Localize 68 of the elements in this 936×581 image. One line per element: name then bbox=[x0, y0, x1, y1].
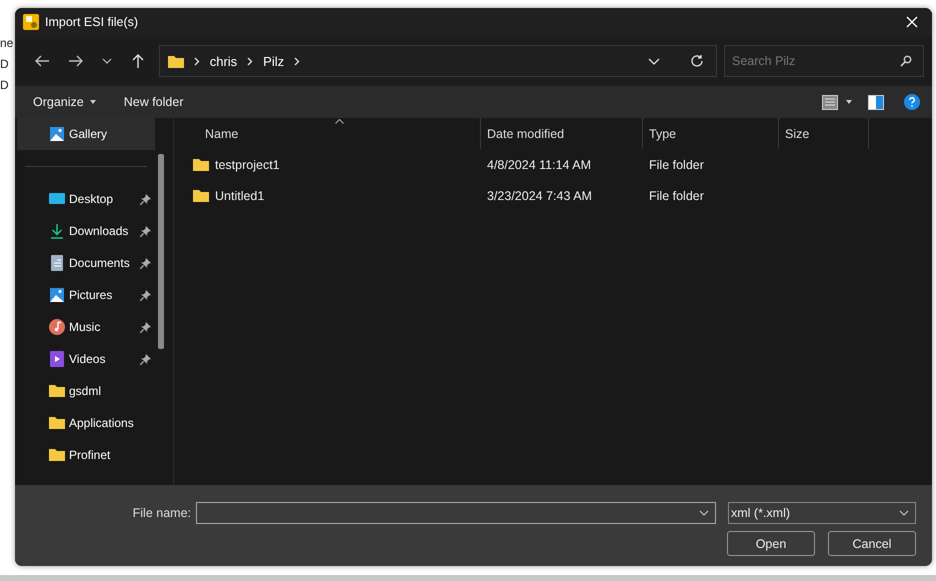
chevron-down-icon bbox=[102, 58, 112, 64]
folder-icon bbox=[193, 189, 209, 202]
chevron-down-icon bbox=[899, 510, 909, 516]
column-header[interactable]: Date modified bbox=[481, 118, 643, 149]
column-header[interactable]: Name bbox=[174, 118, 481, 149]
type-cell: File folder bbox=[649, 188, 704, 202]
sidebar-item[interactable]: Documents bbox=[17, 247, 155, 279]
chevron-down-icon bbox=[699, 510, 709, 516]
sidebar-item[interactable]: Videos bbox=[17, 343, 155, 375]
window-title: Import ESI file(s) bbox=[45, 15, 138, 29]
sidebar-item[interactable]: Downloads bbox=[17, 215, 155, 247]
search-icon bbox=[900, 55, 912, 67]
file-type-dropdown[interactable]: xml (*.xml) bbox=[728, 502, 916, 524]
sidebar-item[interactable]: gsdml bbox=[17, 375, 155, 407]
forward-arrow-icon bbox=[68, 54, 84, 68]
date-cell: 3/23/2024 7:43 AM bbox=[487, 188, 592, 202]
column-header[interactable]: Size bbox=[779, 118, 869, 149]
folder-icon bbox=[49, 447, 65, 463]
video-icon bbox=[49, 351, 65, 367]
close-icon bbox=[906, 16, 918, 28]
background-text: ne bbox=[0, 35, 14, 51]
scrollbar-thumb[interactable] bbox=[158, 154, 164, 349]
breadcrumb-item[interactable]: chris bbox=[210, 54, 238, 68]
sidebar-item[interactable]: Profinet bbox=[17, 439, 155, 471]
caret-icon bbox=[90, 100, 96, 104]
sidebar-item[interactable]: Desktop bbox=[17, 183, 155, 215]
file-name-label: File name: bbox=[132, 506, 191, 520]
search-field[interactable]: Search Pilz bbox=[724, 45, 924, 77]
open-button[interactable]: Open bbox=[727, 531, 815, 556]
help-icon[interactable] bbox=[904, 94, 920, 110]
desktop-icon bbox=[49, 191, 65, 207]
refresh-icon[interactable] bbox=[690, 54, 704, 68]
folder-icon bbox=[168, 54, 184, 68]
cancel-button[interactable]: Cancel bbox=[828, 531, 916, 556]
folder-icon bbox=[49, 415, 65, 431]
folder-icon bbox=[193, 158, 209, 171]
picture-icon bbox=[49, 287, 65, 303]
sidebar-item[interactable]: Applications bbox=[17, 407, 155, 439]
chevron-icon bbox=[247, 56, 254, 66]
file-name[interactable]: testproject1 bbox=[215, 158, 280, 172]
breadcrumb-item[interactable]: Pilz bbox=[263, 54, 284, 68]
download-icon bbox=[49, 223, 65, 239]
organize-menu[interactable]: Organize bbox=[27, 91, 102, 113]
sidebar-item[interactable]: Gallery bbox=[17, 118, 155, 150]
sidebar-item[interactable]: Pictures bbox=[17, 279, 155, 311]
chevron-icon bbox=[294, 56, 300, 66]
music-icon bbox=[49, 319, 65, 335]
background-text: D bbox=[0, 56, 10, 72]
type-cell: File folder bbox=[649, 158, 704, 172]
view-list-icon[interactable] bbox=[822, 94, 838, 110]
back-arrow-icon bbox=[34, 54, 50, 68]
dropdown-icon[interactable] bbox=[648, 58, 660, 64]
column-header[interactable]: Type bbox=[643, 118, 779, 149]
preview-pane-icon[interactable] bbox=[868, 94, 884, 110]
folder-icon bbox=[49, 383, 65, 399]
new-folder-button[interactable]: New folder bbox=[118, 91, 190, 113]
file-name-field[interactable] bbox=[196, 502, 716, 524]
picture-icon bbox=[49, 126, 65, 142]
app-icon bbox=[23, 14, 39, 30]
caret-icon[interactable] bbox=[846, 100, 852, 104]
address-bar[interactable]: chris Pilz bbox=[158, 45, 717, 77]
date-cell: 4/8/2024 11:14 AM bbox=[487, 158, 592, 172]
sidebar-item[interactable]: Music bbox=[17, 311, 155, 343]
document-icon bbox=[49, 255, 65, 271]
background-text: D bbox=[0, 77, 10, 93]
chevron-icon bbox=[194, 56, 200, 66]
file-name[interactable]: Untitled1 bbox=[215, 188, 264, 202]
up-arrow-icon bbox=[130, 53, 145, 69]
